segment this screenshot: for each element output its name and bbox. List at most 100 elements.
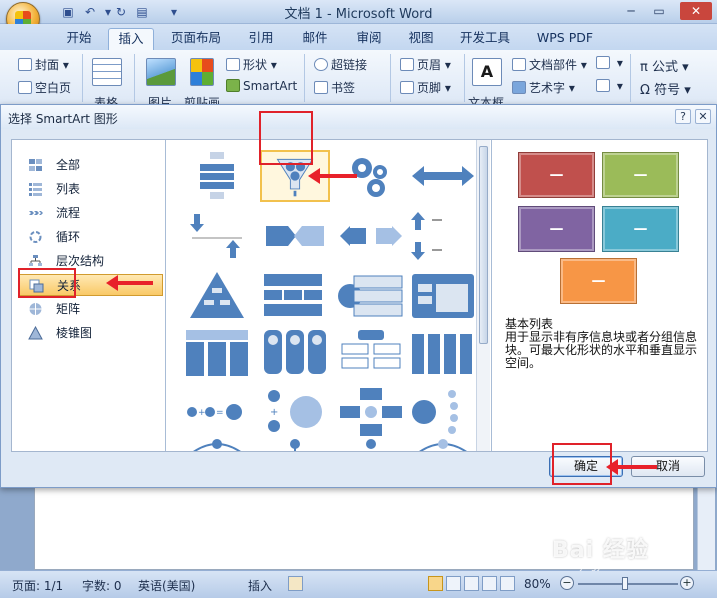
window-title: 文档 1 - Microsoft Word: [284, 7, 433, 22]
zoom-out-icon[interactable]: −: [560, 576, 574, 590]
shapes-button[interactable]: 形状 ▾: [226, 56, 277, 73]
divider: [630, 54, 631, 102]
tab-insert[interactable]: 插入: [108, 28, 154, 50]
tab-page-layout[interactable]: 页面布局: [166, 28, 226, 50]
layout-thumb[interactable]: [260, 270, 330, 322]
language-indicator[interactable]: 英语(美国): [138, 577, 195, 594]
table-icon[interactable]: [92, 58, 122, 86]
category-pyramid[interactable]: 棱锥图: [18, 322, 163, 344]
category-cycle[interactable]: 循环: [18, 226, 163, 248]
layout-thumb[interactable]: [336, 210, 406, 262]
vertical-scrollbar[interactable]: [697, 486, 715, 570]
zoom-slider[interactable]: [578, 583, 678, 585]
picture-icon[interactable]: [146, 58, 176, 86]
print-layout-view-icon[interactable]: [428, 576, 443, 591]
dialog-close-icon[interactable]: ✕: [695, 109, 711, 124]
clip-art-icon[interactable]: [190, 58, 214, 86]
category-process[interactable]: 流程: [18, 202, 163, 224]
layout-thumb[interactable]: +: [260, 386, 330, 438]
page-count[interactable]: 页面: 1/1: [12, 577, 63, 594]
layout-thumb[interactable]: [408, 386, 476, 438]
smartart-button[interactable]: SmartArt: [226, 79, 297, 93]
layout-thumb[interactable]: [260, 210, 330, 262]
quick-parts-icon: [512, 58, 526, 71]
hierarchy-layout-icon: [29, 255, 42, 266]
category-label: 循环: [56, 230, 81, 244]
smartart-dialog: 选择 SmartArt 图形 ? ✕ 全部 列表 流程 循环 层次结构 关系 矩…: [0, 104, 717, 488]
help-icon[interactable]: ?: [675, 109, 691, 124]
tab-mailings[interactable]: 邮件: [294, 28, 336, 50]
full-screen-reading-icon[interactable]: [446, 576, 461, 591]
zoom-slider-thumb[interactable]: [622, 577, 628, 590]
preview-box-2: —: [602, 152, 679, 198]
layout-thumb[interactable]: [260, 436, 330, 451]
tab-view[interactable]: 视图: [400, 28, 442, 50]
layout-thumb[interactable]: + =: [182, 386, 252, 438]
cycle-layout-icon: [29, 231, 42, 243]
insert-mode[interactable]: 插入: [248, 577, 272, 594]
category-list-type[interactable]: 列表: [18, 178, 163, 200]
layout-thumb[interactable]: [336, 328, 406, 380]
layout-thumb[interactable]: [408, 328, 476, 380]
layout-thumb[interactable]: [336, 270, 406, 322]
web-layout-icon[interactable]: [464, 576, 479, 591]
layout-thumb-arrows[interactable]: [408, 150, 476, 202]
tab-developer[interactable]: 开发工具: [452, 28, 518, 50]
layout-thumb[interactable]: [182, 150, 252, 202]
minimize-icon[interactable]: ─: [620, 2, 642, 20]
layout-thumb[interactable]: [408, 210, 476, 262]
bookmark-button[interactable]: 书签: [314, 79, 355, 96]
footer-button[interactable]: 页脚 ▾: [400, 79, 451, 96]
svg-text:+: +: [198, 408, 206, 418]
blank-page-button[interactable]: 空白页: [18, 79, 71, 96]
preview-description: 用于显示非有序信息块或者分组信息块。可最大化形状的水平和垂直显示空间。: [505, 330, 698, 370]
tab-review[interactable]: 审阅: [348, 28, 390, 50]
zoom-in-icon[interactable]: +: [680, 576, 694, 590]
category-all[interactable]: 全部: [18, 154, 163, 176]
draft-view-icon[interactable]: [500, 576, 515, 591]
symbol-button[interactable]: Ω 符号 ▾: [640, 79, 691, 98]
process-layout-icon: [29, 211, 43, 215]
quick-parts-button[interactable]: 文档部件 ▾: [512, 56, 587, 73]
signature-line-button[interactable]: ▾: [596, 56, 623, 70]
tab-references[interactable]: 引用: [240, 28, 282, 50]
footer-icon: [400, 81, 414, 94]
layout-thumb[interactable]: [408, 270, 476, 322]
gallery-scroll-thumb[interactable]: [479, 146, 488, 344]
object-button[interactable]: ▾: [596, 79, 623, 93]
layout-thumb[interactable]: [408, 436, 476, 451]
matrix-layout-icon: [29, 303, 42, 315]
layout-thumb[interactable]: [182, 270, 252, 322]
close-icon[interactable]: ✕: [680, 2, 712, 20]
layout-thumb[interactable]: [182, 436, 252, 451]
zoom-level[interactable]: 80%: [524, 577, 551, 591]
dialog-title-bar: 选择 SmartArt 图形 ? ✕: [1, 105, 716, 129]
category-matrix[interactable]: 矩阵: [18, 298, 163, 320]
category-label: 棱锥图: [56, 326, 93, 340]
annotation-arrow-category: [106, 275, 153, 291]
cover-page-button[interactable]: 封面 ▾: [18, 56, 69, 73]
category-label: 矩阵: [56, 302, 81, 316]
watermark-url: jingyan.baidu.com: [580, 562, 664, 572]
tab-wps-pdf[interactable]: WPS PDF: [530, 28, 600, 50]
layout-thumb[interactable]: [260, 328, 330, 380]
text-box-icon[interactable]: A: [472, 58, 502, 86]
layout-thumb[interactable]: [182, 328, 252, 380]
divider: [304, 54, 305, 102]
equation-button[interactable]: π 公式 ▾: [640, 56, 689, 75]
header-button[interactable]: 页眉 ▾: [400, 56, 451, 73]
divider: [464, 54, 465, 102]
layout-thumb[interactable]: [182, 210, 252, 262]
layout-thumb[interactable]: [336, 386, 406, 438]
maximize-icon[interactable]: ▭: [648, 2, 670, 20]
wordart-button[interactable]: 艺术字 ▾: [512, 79, 575, 96]
outline-view-icon[interactable]: [482, 576, 497, 591]
layout-thumb[interactable]: [336, 436, 406, 451]
status-bar: 页面: 1/1 字数: 0 英语(美国) 插入 80% − +: [0, 570, 717, 598]
word-count[interactable]: 字数: 0: [82, 577, 122, 594]
macro-record-icon[interactable]: [288, 576, 303, 591]
hyperlink-button[interactable]: 超链接: [314, 56, 367, 73]
gallery-scrollbar[interactable]: [476, 140, 490, 451]
tab-home[interactable]: 开始: [58, 28, 100, 50]
hyperlink-icon: [314, 58, 328, 71]
